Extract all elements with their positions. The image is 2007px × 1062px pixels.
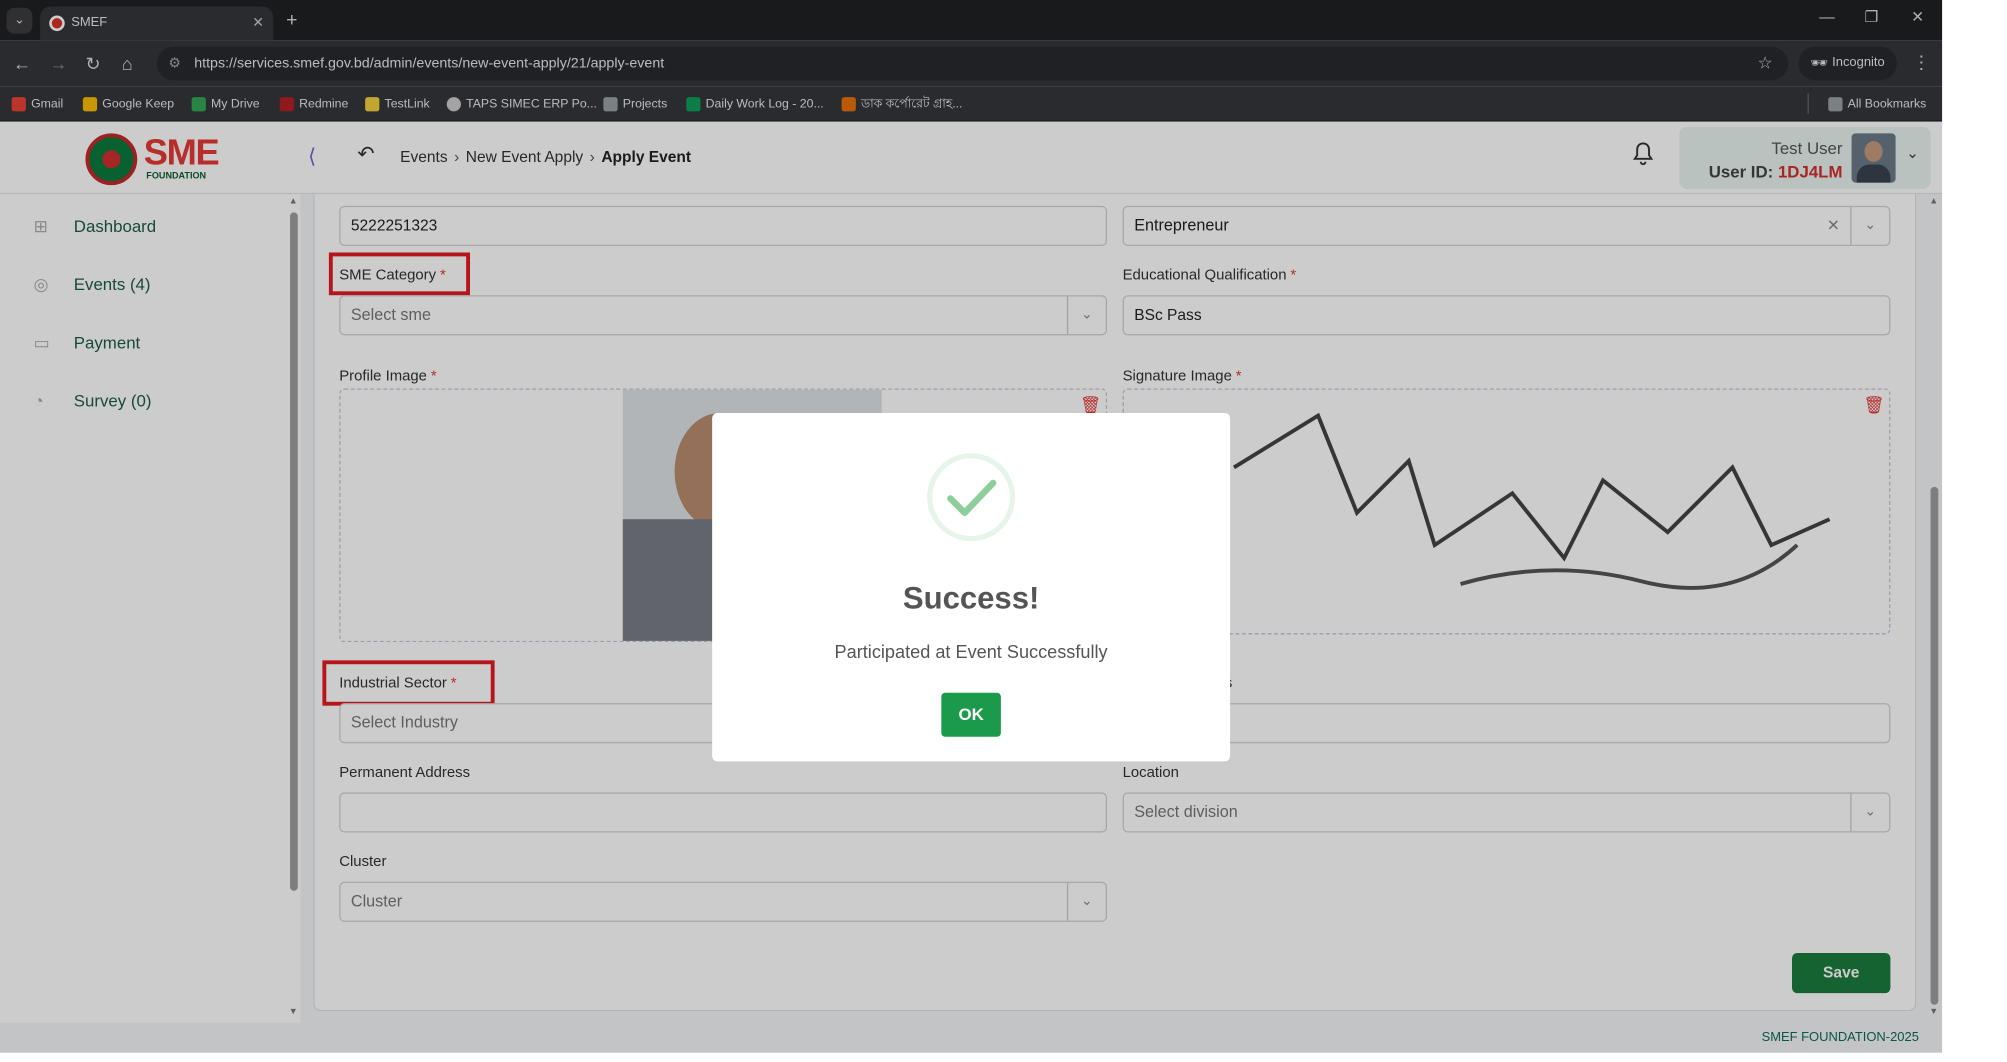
page-margin xyxy=(1942,0,2007,1062)
success-dialog: Success! Participated at Event Successfu… xyxy=(712,413,1231,762)
dialog-title: Success! xyxy=(902,581,1040,617)
success-check-icon xyxy=(927,453,1016,542)
ok-button[interactable]: OK xyxy=(941,692,1001,737)
dialog-message: Participated at Event Successfully xyxy=(834,640,1108,662)
check-mark-icon xyxy=(947,479,997,516)
screen: ⌄ SMEF ✕ + — ❐ ✕ ← → ↻ ⌂ ⚙ https://servi… xyxy=(0,0,2007,1062)
